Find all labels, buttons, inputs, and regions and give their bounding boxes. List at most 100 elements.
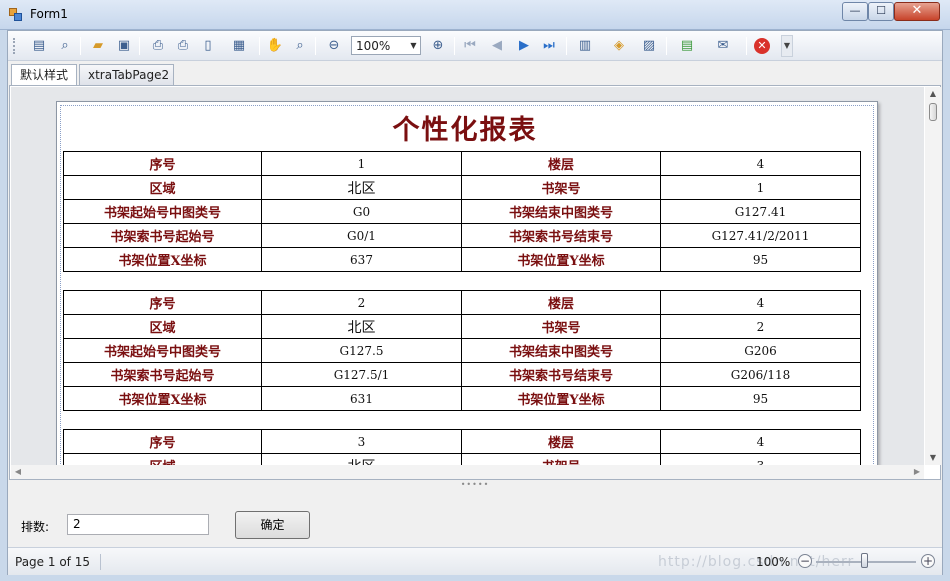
zoom-out-circle-icon[interactable]: − [798, 554, 812, 568]
scroll-left-icon[interactable]: ◀ [11, 465, 25, 479]
area-label: 区域 [63, 453, 262, 465]
table-row: 序号 3 楼层 4 [63, 429, 861, 454]
toolbar-separator [666, 37, 667, 55]
print-preview-area[interactable]: 个性化报表 序号 1 楼层 4 区域 北区 书架号 1 书架起始号中图类号 G0… [11, 87, 924, 465]
table-row: 书架起始号中图类号 G0 书架结束中图类号 G127.41 [63, 199, 861, 224]
shelf-no-value: 3 [660, 453, 861, 465]
floor-label: 楼层 [461, 429, 661, 454]
find-icon[interactable]: ⌕ [56, 37, 74, 55]
start-class-label: 书架起始号中图类号 [63, 338, 262, 363]
print-dialog-icon[interactable]: ⎙ [149, 37, 167, 55]
seq-label: 序号 [63, 151, 262, 176]
tab-xtratabpage2[interactable]: xtraTabPage2 [79, 64, 174, 85]
previous-page-icon[interactable]: ◀ [488, 37, 506, 55]
hand-tool-icon[interactable]: ✋ [266, 37, 284, 55]
area-value: 北区 [261, 175, 462, 200]
table-row: 区域 北区 书架号 2 [63, 314, 861, 339]
document-map-icon[interactable]: ▤ [30, 37, 48, 55]
window-title-bar: Form1 — ☐ ✕ [0, 0, 950, 30]
page-setup-icon[interactable]: ▯ [199, 37, 217, 55]
pos-x-label: 书架位置X坐标 [63, 386, 262, 411]
vertical-scrollbar[interactable]: ▲ ▼ [925, 87, 941, 465]
send-email-icon[interactable]: ✉ [714, 37, 732, 55]
pos-y-value: 95 [660, 247, 861, 272]
end-class-label: 书架结束中图类号 [461, 338, 661, 363]
horizontal-scrollbar[interactable]: ◀ ▶ [11, 465, 924, 479]
table-row: 书架位置X坐标 637 书架位置Y坐标 95 [63, 247, 861, 272]
table-row: 序号 2 楼层 4 [63, 290, 861, 315]
end-call-label: 书架索书号结束号 [461, 223, 661, 248]
scroll-right-icon[interactable]: ▶ [910, 465, 924, 479]
shelf-no-label: 书架号 [461, 175, 661, 200]
scroll-thumb[interactable] [929, 103, 937, 121]
chevron-down-icon[interactable]: ▼ [407, 37, 420, 54]
toolbar-separator [259, 37, 260, 55]
row-count-input[interactable]: 2 [67, 514, 209, 535]
row-count-label: 排数: [21, 520, 50, 534]
end-call-label: 书架索书号结束号 [461, 362, 661, 387]
watermark-icon[interactable]: ▨ [640, 37, 658, 55]
zoom-slider-thumb[interactable] [861, 553, 868, 568]
seq-value: 3 [261, 429, 462, 454]
next-page-icon[interactable]: ▶ [515, 37, 533, 55]
close-button[interactable]: ✕ [894, 2, 940, 21]
toolbar-separator [139, 37, 140, 55]
floor-value: 4 [660, 151, 861, 176]
record-table-3: 序号 3 楼层 4 区域 北区 书架号 3 [63, 429, 861, 465]
status-bar: Page 1 of 15 http://blog.csdn.net/herr 1… [8, 547, 942, 575]
table-row: 区域 北区 书架号 1 [63, 175, 861, 200]
end-class-value: G206 [660, 338, 861, 363]
record-table-2: 序号 2 楼层 4 区域 北区 书架号 2 书架起始号中图类号 G127.5 书… [63, 290, 861, 411]
floor-label: 楼层 [461, 151, 661, 176]
zoom-in-circle-icon[interactable]: + [921, 554, 935, 568]
start-call-label: 书架索书号起始号 [63, 362, 262, 387]
last-page-icon[interactable]: ⏭ [540, 37, 558, 55]
zoom-in-icon[interactable]: ⊕ [429, 37, 447, 55]
toolbar-grip[interactable] [13, 38, 16, 54]
magnifier-icon[interactable]: ⌕ [291, 37, 309, 55]
zoom-level: 100% [756, 555, 791, 569]
toolbar-overflow-button[interactable]: ▼ [781, 35, 793, 57]
table-row: 书架索书号起始号 G127.5/1 书架索书号结束号 G206/118 [63, 362, 861, 387]
pos-x-value: 631 [261, 386, 462, 411]
print-icon[interactable]: ⎙ [174, 37, 192, 55]
floor-value: 4 [660, 290, 861, 315]
pos-x-label: 书架位置X坐标 [63, 247, 262, 272]
ok-button[interactable]: 确定 [235, 511, 310, 539]
maximize-button[interactable]: ☐ [868, 2, 894, 21]
toolbar-separator [80, 37, 81, 55]
status-separator [100, 554, 101, 570]
tab-default-style[interactable]: 默认样式 [11, 64, 77, 86]
shelf-no-value: 2 [660, 314, 861, 339]
toolbar-separator [746, 37, 747, 55]
start-call-value: G0/1 [261, 223, 462, 248]
seq-value: 2 [261, 290, 462, 315]
form-client-area: ▤ ⌕ ▰ ▣ ⎙ ⎙ ▯ ▦ ✋ ⌕ ⊖ 100% ▼ ⊕ ⏮ ◀ ▶ ⏭ ▥… [7, 30, 943, 575]
open-icon[interactable]: ▰ [89, 37, 107, 55]
splitter-handle[interactable]: ••••• [8, 481, 942, 490]
close-preview-icon[interactable]: ✕ [753, 37, 771, 55]
table-row: 区域 北区 书架号 3 [63, 453, 861, 465]
table-row: 序号 1 楼层 4 [63, 151, 861, 176]
minimize-button[interactable]: — [842, 2, 868, 21]
multiple-pages-icon[interactable]: ▥ [576, 37, 594, 55]
scroll-down-icon[interactable]: ▼ [925, 451, 941, 465]
table-row: 书架索书号起始号 G0/1 书架索书号结束号 G127.41/2/2011 [63, 223, 861, 248]
table-row: 书架位置X坐标 631 书架位置Y坐标 95 [63, 386, 861, 411]
export-icon[interactable]: ▤ [678, 37, 696, 55]
fill-background-icon[interactable]: ◈ [610, 37, 628, 55]
report-title: 个性化报表 [392, 115, 538, 146]
area-label: 区域 [63, 314, 262, 339]
scale-icon[interactable]: ▦ [230, 37, 248, 55]
toolbar-separator [315, 37, 316, 55]
scroll-up-icon[interactable]: ▲ [925, 87, 941, 101]
zoom-out-icon[interactable]: ⊖ [325, 37, 343, 55]
save-icon[interactable]: ▣ [115, 37, 133, 55]
zoom-combo-value: 100% [356, 39, 391, 53]
record-table-1: 序号 1 楼层 4 区域 北区 书架号 1 书架起始号中图类号 G0 书架结束中… [63, 151, 861, 272]
zoom-combo[interactable]: 100% ▼ [351, 36, 421, 55]
first-page-icon[interactable]: ⏮ [461, 37, 479, 55]
start-call-label: 书架索书号起始号 [63, 223, 262, 248]
start-class-value: G127.5 [261, 338, 462, 363]
pos-y-label: 书架位置Y坐标 [461, 386, 661, 411]
